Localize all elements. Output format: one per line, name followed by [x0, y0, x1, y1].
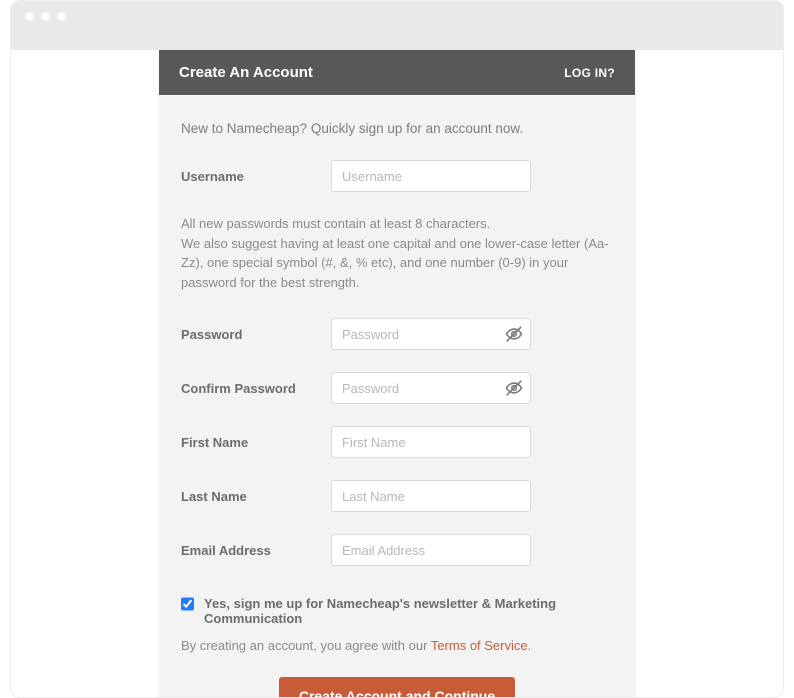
tos-line: By creating an account, you agree with o…	[181, 638, 613, 653]
label-password: Password	[181, 327, 331, 342]
tos-suffix: .	[528, 638, 532, 653]
label-first-name: First Name	[181, 435, 331, 450]
window-zoom-dot[interactable]	[57, 12, 66, 21]
input-confirm-password[interactable]	[331, 372, 531, 404]
newsletter-row: Yes, sign me up for Namecheap's newslett…	[181, 596, 613, 626]
browser-frame: Create An Account LOG IN? New to Nameche…	[10, 0, 784, 698]
input-email[interactable]	[331, 534, 531, 566]
card-body: New to Namecheap? Quickly sign up for an…	[159, 95, 635, 698]
create-account-button[interactable]: Create Account and Continue	[279, 677, 515, 698]
label-email: Email Address	[181, 543, 331, 558]
window-close-dot[interactable]	[25, 12, 34, 21]
signup-card: Create An Account LOG IN? New to Nameche…	[159, 50, 635, 698]
label-last-name: Last Name	[181, 489, 331, 504]
toggle-password-visibility-icon[interactable]	[505, 325, 523, 343]
label-newsletter[interactable]: Yes, sign me up for Namecheap's newslett…	[204, 596, 613, 626]
row-last-name: Last Name	[181, 480, 613, 512]
toggle-confirm-password-visibility-icon[interactable]	[505, 379, 523, 397]
browser-titlebar	[11, 1, 783, 31]
tos-link[interactable]: Terms of Service	[431, 638, 528, 653]
submit-row: Create Account and Continue	[181, 677, 613, 698]
tos-prefix: By creating an account, you agree with o…	[181, 638, 431, 653]
label-username: Username	[181, 169, 331, 184]
login-link[interactable]: LOG IN?	[564, 66, 615, 80]
card-header: Create An Account LOG IN?	[159, 50, 635, 95]
row-first-name: First Name	[181, 426, 613, 458]
label-confirm-password: Confirm Password	[181, 381, 331, 396]
input-last-name[interactable]	[331, 480, 531, 512]
input-first-name[interactable]	[331, 426, 531, 458]
input-password[interactable]	[331, 318, 531, 350]
browser-viewport: Create An Account LOG IN? New to Nameche…	[11, 50, 783, 698]
checkbox-newsletter[interactable]	[181, 597, 194, 611]
row-confirm-password: Confirm Password	[181, 372, 613, 404]
row-username: Username	[181, 160, 613, 192]
row-password: Password	[181, 318, 613, 350]
input-username[interactable]	[331, 160, 531, 192]
page-title: Create An Account	[179, 64, 313, 81]
password-help: All new passwords must contain at least …	[181, 214, 613, 292]
intro-text: New to Namecheap? Quickly sign up for an…	[181, 121, 613, 136]
row-email: Email Address	[181, 534, 613, 566]
window-minimize-dot[interactable]	[41, 12, 50, 21]
